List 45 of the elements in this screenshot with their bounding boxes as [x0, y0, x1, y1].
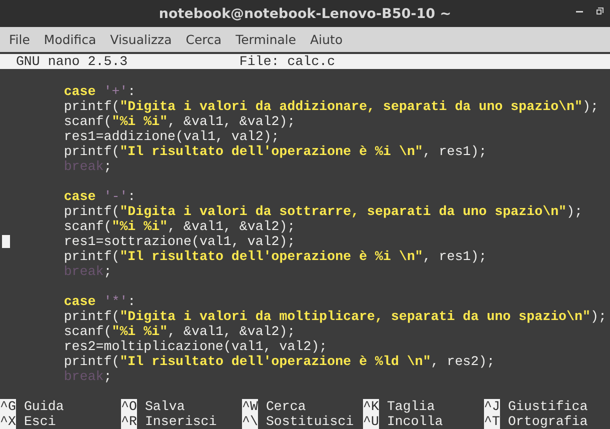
code-line: printf("Il risultato dell'operazione è %i \n", res1);: [64, 144, 487, 159]
menu-item[interactable]: Terminale: [236, 32, 296, 47]
window-title: notebook@notebook-Lenovo-B50-10 ~: [158, 6, 452, 22]
shortcut-label: Incolla: [386, 414, 443, 429]
shortcut-label: Sostituisci: [266, 414, 354, 429]
code-line: printf("Il risultato dell'operazione è %i \n", res1);: [64, 249, 487, 264]
code-line: scanf("%i %i", &val1, &val2);: [64, 324, 296, 339]
code-line: case '*':: [64, 294, 136, 309]
code-line: printf("Digita i valori da sottrarre, separati da uno spazio\n");: [64, 204, 583, 219]
shortcut-key: ^W: [242, 399, 258, 414]
code-line: printf("Digita i valori da moltiplicare, separati da uno spazio\n");: [64, 309, 606, 324]
shortcut-label: Salva: [144, 399, 185, 414]
code-line: scanf("%i %i", &val1, &val2);: [64, 114, 296, 129]
shortcut-key: ^G: [0, 399, 16, 414]
shortcut-key: ^K: [363, 399, 379, 414]
restore-icon[interactable]: [596, 7, 604, 15]
menu-item[interactable]: Visualizza: [110, 32, 172, 47]
code-line: printf("Il risultato dell'operazione è %ld \n", res2);: [64, 354, 495, 369]
shortcut-key: ^O: [121, 399, 137, 414]
shortcut-label: Inserisci: [144, 414, 217, 429]
shortcut-key: ^R: [121, 414, 137, 429]
shortcut-label: Taglia: [386, 399, 435, 414]
shortcut-label: Guida: [24, 399, 64, 414]
menu-item[interactable]: Cerca: [186, 32, 222, 47]
shortcut-key: ^U: [363, 414, 379, 429]
code-line: case '+':: [64, 84, 136, 99]
shortcut-key: ^J: [484, 399, 500, 414]
code-line: res1=sottrazione(val1, val2);: [64, 234, 296, 249]
shortcut-label: Cerca: [266, 399, 306, 414]
shortcut-key: ^\: [242, 414, 258, 429]
code-line: res2=moltiplicazione(val1, val2);: [64, 339, 328, 354]
code-line: case '-':: [64, 189, 136, 204]
shortcut-key: ^X: [0, 414, 16, 429]
code-line: res1=addizione(val1, val2);: [64, 129, 280, 144]
shortcut-key: ^T: [484, 414, 500, 429]
editor-version: GNU nano 2.5.3: [14, 54, 129, 69]
code-line: printf("Digita i valori da addizionare, separati da uno spazio\n");: [64, 99, 598, 114]
code-line: scanf("%i %i", &val1, &val2);: [64, 219, 296, 234]
shortcut-label: Esci: [24, 414, 56, 429]
shortcut-label: Ortografia: [508, 414, 588, 429]
menu-item[interactable]: Aiuto: [310, 32, 343, 47]
shortcut-label: Giustifica: [508, 399, 588, 414]
menu-item[interactable]: Modifica: [44, 32, 96, 47]
menu-item[interactable]: File: [9, 32, 30, 47]
file-name: File: calc.c: [239, 54, 336, 69]
